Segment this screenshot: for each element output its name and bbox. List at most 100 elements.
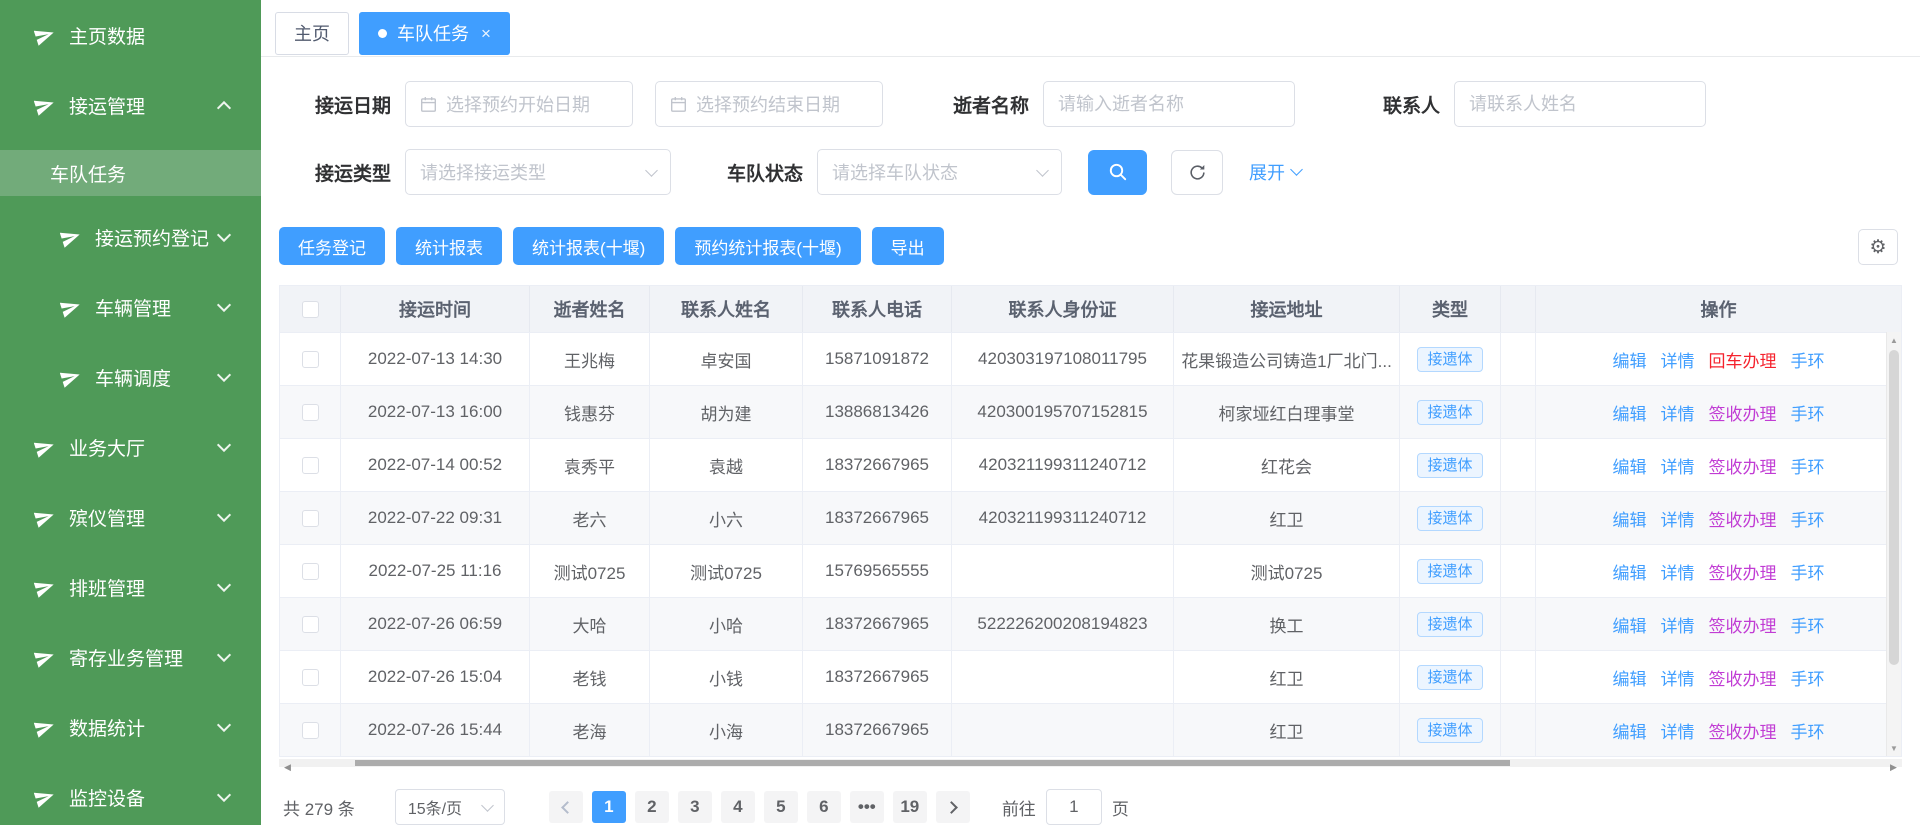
refresh-button[interactable] [1171,150,1223,195]
sidebar-item-7[interactable]: 业务大厅 [0,412,261,482]
fleet-status-select[interactable]: 请选择车队状态 [817,149,1062,195]
toolbar-button-3[interactable]: 统计报表(十堰) [513,227,664,265]
horizontal-scroll-thumb[interactable] [355,760,1510,766]
expand-filters-link[interactable]: 展开 [1249,159,1301,185]
settings-button[interactable]: ⚙ [1858,229,1898,265]
sidebar-item-3[interactable]: 车队任务 [0,150,261,196]
page-button-6[interactable]: 6 [807,791,841,823]
action-link-详情[interactable]: 详情 [1661,559,1695,584]
row-checkbox[interactable] [302,351,319,368]
row-checkbox[interactable] [302,457,319,474]
pickup-type-select[interactable]: 请选择接运类型 [405,149,671,195]
action-link-签收办理[interactable]: 签收办理 [1709,665,1777,690]
scroll-down-icon[interactable]: ▼ [1887,740,1901,756]
chevron-down-icon [217,717,231,731]
action-link-编辑[interactable]: 编辑 [1613,559,1647,584]
scroll-left-icon[interactable]: ◀ [279,759,296,776]
cell-address: 红卫 [1174,492,1400,544]
action-link-详情[interactable]: 详情 [1661,718,1695,743]
search-button[interactable] [1088,150,1147,195]
toolbar-button-1[interactable]: 任务登记 [279,227,385,265]
tab-2[interactable]: 车队任务× [359,12,510,55]
goto-page-input[interactable] [1046,789,1102,825]
sidebar-item-1[interactable]: 主页数据 [0,0,261,70]
action-link-签收办理[interactable]: 签收办理 [1709,612,1777,637]
page-button-19[interactable]: 19 [893,791,927,823]
vertical-scroll-thumb[interactable] [1889,350,1899,665]
action-link-签收办理[interactable]: 签收办理 [1709,453,1777,478]
chevron-down-icon [217,507,231,521]
action-link-手环[interactable]: 手环 [1791,506,1825,531]
row-checkbox[interactable] [302,669,319,686]
tab-1[interactable]: 主页 [275,12,349,55]
action-link-编辑[interactable]: 编辑 [1613,347,1647,372]
action-link-手环[interactable]: 手环 [1791,453,1825,478]
sidebar-item-10[interactable]: 寄存业务管理 [0,622,261,692]
chevron-down-icon [217,787,231,801]
action-link-编辑[interactable]: 编辑 [1613,718,1647,743]
action-link-编辑[interactable]: 编辑 [1613,506,1647,531]
close-icon[interactable]: × [481,25,491,42]
action-link-编辑[interactable]: 编辑 [1613,400,1647,425]
page-button-3[interactable]: 3 [678,791,712,823]
sidebar-item-8[interactable]: 殡仪管理 [0,482,261,552]
cell-type: 接遗体 [1400,439,1501,491]
scroll-right-icon[interactable]: ▶ [1885,759,1902,776]
action-link-签收办理[interactable]: 签收办理 [1709,718,1777,743]
deceased-name-input[interactable] [1043,81,1295,127]
row-checkbox-cell [280,439,341,491]
page-button-1[interactable]: 1 [592,791,626,823]
action-link-编辑[interactable]: 编辑 [1613,665,1647,690]
row-checkbox[interactable] [302,404,319,421]
cell-phone: 18372667965 [803,492,952,544]
sidebar-item-12[interactable]: 监控设备 [0,762,261,825]
vertical-scrollbar[interactable]: ▲ ▼ [1886,332,1901,756]
toolbar-button-5[interactable]: 导出 [872,227,944,265]
page-button-2[interactable]: 2 [635,791,669,823]
scroll-up-icon[interactable]: ▲ [1887,332,1901,348]
date-end-input[interactable]: 选择预约结束日期 [655,81,883,127]
action-link-详情[interactable]: 详情 [1661,347,1695,372]
action-link-手环[interactable]: 手环 [1791,400,1825,425]
sidebar-item-9[interactable]: 排班管理 [0,552,261,622]
action-link-签收办理[interactable]: 签收办理 [1709,400,1777,425]
more-pages-button[interactable]: ••• [850,791,884,823]
action-link-详情[interactable]: 详情 [1661,612,1695,637]
toolbar-button-2[interactable]: 统计报表 [396,227,502,265]
action-link-手环[interactable]: 手环 [1791,665,1825,690]
action-link-编辑[interactable]: 编辑 [1613,612,1647,637]
toolbar-button-4[interactable]: 预约统计报表(十堰) [675,227,860,265]
row-checkbox[interactable] [302,563,319,580]
action-link-手环[interactable]: 手环 [1791,347,1825,372]
page-size-select[interactable]: 15条/页 [395,789,505,825]
next-page-button[interactable] [936,791,970,823]
sidebar-item-6[interactable]: 车辆调度 [0,342,261,412]
horizontal-scrollbar[interactable]: ◀ ▶ [279,759,1902,767]
row-checkbox[interactable] [302,510,319,527]
date-start-input[interactable]: 选择预约开始日期 [405,81,633,127]
row-checkbox-cell [280,598,341,650]
cell-deceased: 老钱 [530,651,650,703]
action-link-手环[interactable]: 手环 [1791,559,1825,584]
sidebar-item-11[interactable]: 数据统计 [0,692,261,762]
action-link-详情[interactable]: 详情 [1661,665,1695,690]
page-button-4[interactable]: 4 [721,791,755,823]
sidebar-item-4[interactable]: 接运预约登记 [0,202,261,272]
sidebar-item-5[interactable]: 车辆管理 [0,272,261,342]
contact-input[interactable] [1454,81,1706,127]
action-link-手环[interactable]: 手环 [1791,612,1825,637]
action-link-详情[interactable]: 详情 [1661,400,1695,425]
action-link-详情[interactable]: 详情 [1661,506,1695,531]
action-link-编辑[interactable]: 编辑 [1613,453,1647,478]
action-link-详情[interactable]: 详情 [1661,453,1695,478]
row-checkbox[interactable] [302,616,319,633]
action-link-签收办理[interactable]: 签收办理 [1709,506,1777,531]
action-link-签收办理[interactable]: 签收办理 [1709,559,1777,584]
select-all-checkbox[interactable] [302,301,319,318]
action-link-手环[interactable]: 手环 [1791,718,1825,743]
page-button-5[interactable]: 5 [764,791,798,823]
action-link-回车办理[interactable]: 回车办理 [1709,347,1777,372]
sidebar-item-2[interactable]: 接运管理 [0,70,261,140]
prev-page-button[interactable] [549,791,583,823]
row-checkbox[interactable] [302,722,319,739]
